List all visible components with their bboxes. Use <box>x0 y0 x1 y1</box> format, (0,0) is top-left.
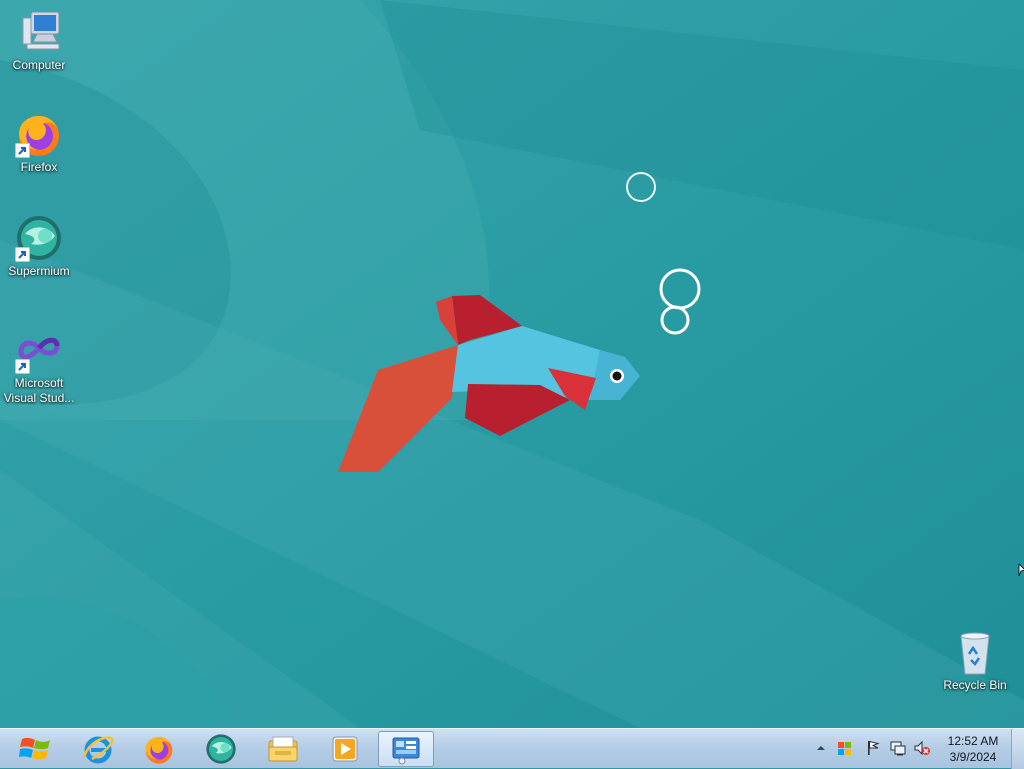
desktop-icon-label: Supermium <box>8 264 70 278</box>
computer-icon <box>15 8 63 56</box>
clock-date: 3/9/2024 <box>949 750 997 764</box>
windows-logo-icon <box>19 737 50 760</box>
show-hidden-icons-icon[interactable] <box>812 739 830 757</box>
supermium-icon <box>206 734 236 764</box>
desktop-icon-computer[interactable]: Computer <box>0 8 78 73</box>
mouse-cursor-icon <box>1018 564 1024 577</box>
action-center-flag-icon[interactable] <box>864 739 882 757</box>
desktop-icon-recycle-bin[interactable]: Recycle Bin <box>936 628 1014 693</box>
taskbar-control-panel[interactable] <box>378 731 434 767</box>
internet-explorer-icon <box>82 736 114 764</box>
volume-muted-icon[interactable] <box>913 739 931 757</box>
taskbar-media-player[interactable] <box>317 731 373 767</box>
recycle-bin-icon <box>951 628 999 676</box>
taskbar-firefox[interactable] <box>131 731 187 767</box>
shortcut-arrow-icon <box>15 143 30 158</box>
shortcut-arrow-icon <box>15 247 30 262</box>
file-explorer-icon <box>268 736 298 762</box>
firefox-icon <box>15 110 63 158</box>
desktop[interactable]: Computer Firefox Supermium Microsoft Vis… <box>0 0 1024 728</box>
network-icon[interactable] <box>889 739 907 757</box>
firefox-icon <box>145 737 173 764</box>
taskbar-file-explorer[interactable] <box>255 731 311 767</box>
desktop-icon-supermium[interactable]: Supermium <box>0 214 78 279</box>
shortcut-arrow-icon <box>15 359 30 374</box>
desktop-icon-visual-studio[interactable]: Microsoft Visual Stud... <box>0 326 78 406</box>
desktop-icon-label: Recycle Bin <box>943 678 1007 692</box>
desktop-icon-label: Computer <box>12 58 66 72</box>
windows-flag-icon[interactable] <box>836 739 854 757</box>
wallpaper-betta-fish <box>0 0 1024 728</box>
desktop-icon-firefox[interactable]: Firefox <box>0 110 78 175</box>
clock-time: 12:52 AM <box>947 734 999 748</box>
media-player-icon <box>332 736 358 762</box>
start-button[interactable] <box>12 731 60 767</box>
taskbar-supermium[interactable] <box>193 731 249 767</box>
supermium-icon <box>15 214 63 262</box>
taskbar: 12:52 AM 3/9/2024 <box>0 728 1024 769</box>
visual-studio-icon <box>15 326 63 374</box>
clock[interactable]: 12:52 AM 3/9/2024 <box>938 733 1008 765</box>
taskbar-internet-explorer[interactable] <box>70 731 126 767</box>
desktop-icon-label: Microsoft Visual Stud... <box>3 376 75 405</box>
desktop-icon-label: Firefox <box>20 160 58 174</box>
control-panel-icon <box>392 737 420 765</box>
show-desktop-button[interactable] <box>1011 729 1024 769</box>
